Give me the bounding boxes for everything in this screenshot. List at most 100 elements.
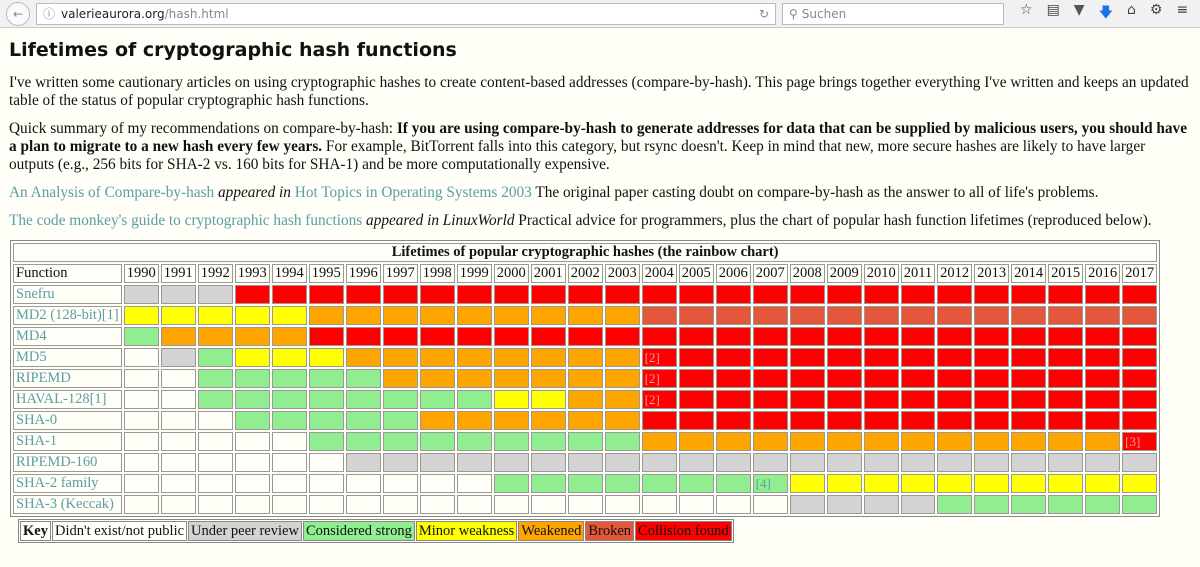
status-cell: [382, 495, 418, 514]
function-name: RIPEMD: [13, 369, 122, 388]
article-analysis: An Analysis of Compare-by-hash appeared …: [9, 184, 1099, 201]
status-cell: [1011, 390, 1047, 409]
function-link[interactable]: MD5: [16, 349, 47, 365]
status-cell: [715, 453, 751, 472]
function-link[interactable]: Snefru: [16, 286, 55, 302]
pocket-icon[interactable]: ▼: [1074, 2, 1085, 26]
status-cell: [863, 348, 899, 367]
header-row: Function 1990 1991 1992 1993 1994 1995 1996 1997…: [13, 264, 1158, 283]
status-cell: [1048, 348, 1084, 367]
status-cell: [863, 306, 899, 325]
url-bar[interactable]: ⓘ valerieaurora.org/hash.html ↻: [36, 2, 776, 25]
key-item: Minor weakness: [415, 521, 518, 541]
status-cell: [123, 474, 159, 493]
status-cell: [1011, 453, 1047, 472]
status-cell: [308, 369, 344, 388]
year-header: 1993: [234, 264, 270, 283]
status-cell: [1048, 327, 1084, 346]
download-icon[interactable]: 🡇: [1099, 2, 1113, 26]
status-cell: [826, 369, 862, 388]
status-cell: [937, 327, 973, 346]
status-cell: [1122, 369, 1158, 388]
status-cell: [937, 432, 973, 451]
status-cell: [826, 348, 862, 367]
status-cell: [789, 390, 825, 409]
status-cell: [456, 390, 492, 409]
status-cell: [974, 348, 1010, 367]
status-cell: [678, 327, 714, 346]
status-cell: [4]: [752, 474, 788, 493]
status-cell: [160, 432, 196, 451]
year-header: 1991: [160, 264, 196, 283]
status-cell: [1011, 432, 1047, 451]
status-cell: [530, 348, 566, 367]
function-link[interactable]: MD4: [16, 328, 47, 344]
year-header: 2008: [789, 264, 825, 283]
status-cell: [752, 369, 788, 388]
status-cell: [456, 285, 492, 304]
status-cell: [604, 306, 640, 325]
status-cell: [789, 306, 825, 325]
extension-icon[interactable]: ⚙: [1150, 2, 1163, 26]
reading-list-icon[interactable]: ▤: [1047, 2, 1060, 26]
status-cell: [752, 453, 788, 472]
status-cell: [1011, 285, 1047, 304]
code-monkey-link[interactable]: The code monkey's guide to cryptographic…: [9, 212, 362, 229]
menu-icon[interactable]: ≡: [1176, 2, 1188, 26]
hotos-link[interactable]: Hot Topics in Operating Systems 2003: [295, 184, 532, 201]
rainbow-chart-table: Lifetimes of popular cryptographic hashe…: [10, 240, 1161, 517]
legend-key: Key Didn't exist/not public Under peer rev…: [18, 519, 734, 543]
status-cell: [160, 369, 196, 388]
table-row: RIPEMD-160: [13, 453, 1158, 472]
status-cell: [234, 348, 270, 367]
function-name: SHA-2 family: [13, 474, 122, 493]
year-header: 2009: [826, 264, 862, 283]
status-cell: [937, 390, 973, 409]
function-link[interactable]: SHA-3 (Keccak): [16, 496, 114, 512]
status-cell: [863, 453, 899, 472]
bookmark-star-icon[interactable]: ☆: [1020, 2, 1033, 26]
year-header: 2013: [974, 264, 1010, 283]
status-cell: [604, 453, 640, 472]
status-cell: [160, 390, 196, 409]
analysis-link[interactable]: An Analysis of Compare-by-hash: [9, 184, 214, 201]
table-row: SHA-0: [13, 411, 1158, 430]
status-cell: [160, 495, 196, 514]
status-cell: [1085, 390, 1121, 409]
status-cell: [678, 285, 714, 304]
status-cell: [234, 327, 270, 346]
status-cell: [715, 495, 751, 514]
function-link[interactable]: RIPEMD: [16, 370, 71, 386]
status-cell: [826, 411, 862, 430]
status-cell: [900, 411, 936, 430]
status-cell: [2]: [641, 369, 677, 388]
function-link[interactable]: SHA-2 family: [16, 475, 99, 491]
status-cell: [1048, 369, 1084, 388]
search-input[interactable]: ⚲ Suchen: [782, 2, 1004, 25]
function-name: MD5: [13, 348, 122, 367]
function-link[interactable]: MD2 (128-bit)[1]: [16, 307, 119, 323]
function-link[interactable]: HAVAL-128[1]: [16, 391, 107, 407]
status-cell: [382, 411, 418, 430]
home-icon[interactable]: ⌂: [1127, 2, 1136, 26]
back-button[interactable]: ←: [6, 1, 30, 26]
function-link[interactable]: SHA-1: [16, 433, 57, 449]
status-cell: [900, 432, 936, 451]
status-cell: [419, 369, 455, 388]
function-link[interactable]: RIPEMD-160: [16, 454, 97, 470]
year-header: 2007: [752, 264, 788, 283]
status-cell: [752, 306, 788, 325]
function-link[interactable]: SHA-0: [16, 412, 57, 428]
status-cell: [123, 369, 159, 388]
status-cell: [419, 348, 455, 367]
info-icon[interactable]: ⓘ: [43, 5, 55, 22]
status-cell: [1011, 369, 1047, 388]
status-cell: [1122, 411, 1158, 430]
status-cell: [308, 348, 344, 367]
status-cell: [1011, 306, 1047, 325]
reload-icon[interactable]: ↻: [759, 7, 769, 21]
status-cell: [604, 327, 640, 346]
status-cell: [456, 327, 492, 346]
status-cell: [789, 348, 825, 367]
key-item: Considered strong: [302, 521, 415, 541]
